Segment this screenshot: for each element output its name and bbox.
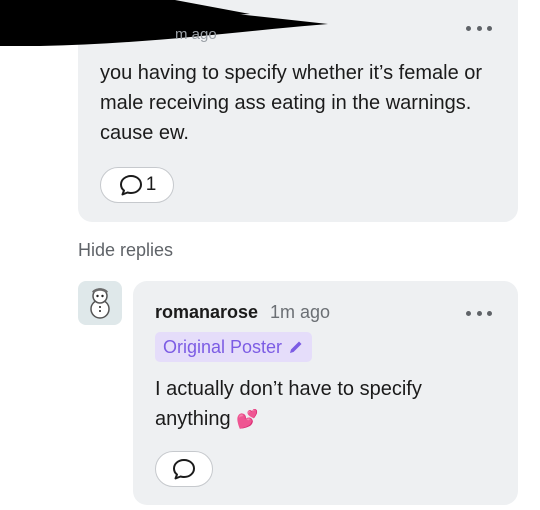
original-poster-label: Original Poster [163,336,283,357]
parent-comment-text: you having to specify whether it’s femal… [100,62,483,144]
snowman-avatar[interactable] [78,281,122,325]
hide-replies-link[interactable]: Hide replies [78,240,173,261]
more-options-icon[interactable] [466,309,492,317]
pencil-icon [290,341,302,353]
reply-count-button[interactable]: 1 [100,167,174,203]
redaction-scribble [0,0,328,46]
avatar-image [90,288,110,319]
reply-count: 1 [145,174,157,195]
reply-time: 1m ago [270,302,331,322]
reply-comment-text: I actually don’t have to specify anythin… [155,374,495,435]
more-options-icon[interactable] [466,24,492,32]
parent-comment-time: m ago [175,26,217,43]
two-hearts-emoji: 💕 [236,409,259,430]
reply-button[interactable] [155,451,213,487]
speech-bubble-icon [173,459,195,480]
speech-bubble-icon [119,175,142,196]
reply-username[interactable]: romanarose [155,302,258,323]
original-poster-badge: Original Poster [155,332,313,362]
reply-text-body: I actually don’t have to specify anythin… [155,378,422,430]
